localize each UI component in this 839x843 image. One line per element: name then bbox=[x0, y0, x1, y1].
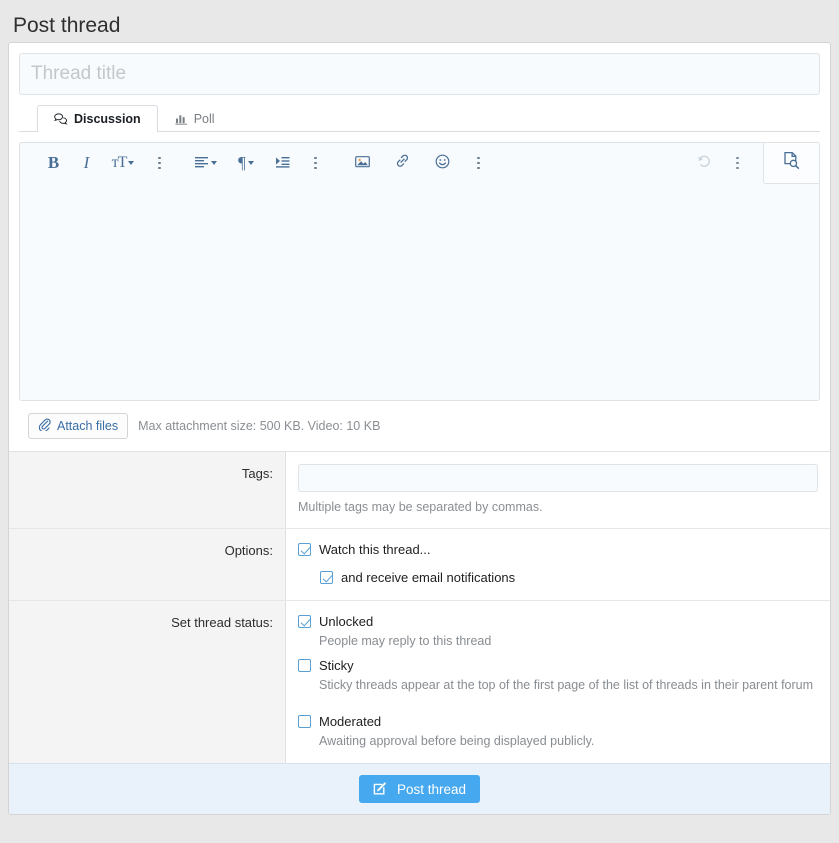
post-thread-button[interactable]: Post thread bbox=[358, 775, 481, 803]
chevron-down-icon bbox=[247, 161, 254, 165]
toolbar-left-group: B I ᴛT ¶ bbox=[20, 150, 490, 176]
thread-status-body: Unlocked People may reply to this thread… bbox=[286, 601, 830, 763]
post-thread-card: Discussion Poll B bbox=[8, 42, 831, 815]
tags-input[interactable] bbox=[298, 464, 818, 492]
undo-button[interactable] bbox=[693, 150, 716, 176]
form-footer: Post thread bbox=[9, 763, 830, 814]
comments-icon bbox=[54, 113, 68, 125]
moderated-checkbox[interactable] bbox=[298, 715, 311, 728]
attachment-size-note: Max attachment size: 500 KB. Video: 10 K… bbox=[138, 419, 381, 433]
email-notifications-option[interactable]: and receive email notifications bbox=[320, 569, 818, 586]
tags-body: Multiple tags may be separated by commas… bbox=[286, 452, 830, 528]
options-label: Options: bbox=[9, 529, 286, 600]
watch-thread-checkbox[interactable] bbox=[298, 543, 311, 556]
image-icon bbox=[354, 155, 370, 172]
poll-chart-icon bbox=[175, 113, 188, 125]
indent-button[interactable] bbox=[271, 150, 294, 176]
sticky-label: Sticky bbox=[319, 658, 354, 673]
tags-hint: Multiple tags may be separated by commas… bbox=[298, 500, 543, 514]
post-thread-page: Post thread Discussion bbox=[0, 0, 839, 843]
chevron-down-icon bbox=[211, 161, 217, 165]
toolbar-right-group bbox=[693, 143, 819, 184]
unlocked-label: Unlocked bbox=[319, 614, 374, 629]
tab-discussion-label: Discussion bbox=[74, 112, 141, 126]
insert-overflow-button[interactable] bbox=[467, 150, 490, 176]
paragraph-button[interactable]: ¶ bbox=[231, 150, 261, 176]
sticky-option[interactable]: Sticky bbox=[298, 657, 818, 674]
editor-toolbar: B I ᴛT ¶ bbox=[20, 143, 819, 184]
rich-text-editor: B I ᴛT ¶ bbox=[19, 142, 820, 401]
sticky-checkbox[interactable] bbox=[298, 659, 311, 672]
attach-files-button[interactable]: Attach files bbox=[28, 413, 129, 439]
tags-row: Tags: Multiple tags may be separated by … bbox=[9, 452, 830, 529]
indent-icon bbox=[275, 155, 290, 172]
email-notifications-label: and receive email notifications bbox=[341, 570, 516, 585]
options-row: Options: Watch this thread... and receiv… bbox=[9, 529, 830, 601]
attach-files-label: Attach files bbox=[57, 419, 119, 433]
thread-title-input[interactable] bbox=[19, 53, 820, 95]
text-overflow-button[interactable] bbox=[148, 150, 171, 176]
insert-smilie-button[interactable] bbox=[427, 150, 457, 176]
link-icon bbox=[395, 154, 410, 172]
align-left-icon bbox=[195, 155, 209, 172]
insert-link-button[interactable] bbox=[387, 150, 417, 176]
sticky-description: Sticky threads appear at the top of the … bbox=[319, 678, 814, 692]
watch-thread-option[interactable]: Watch this thread... bbox=[298, 541, 818, 558]
thread-title-row bbox=[9, 43, 830, 95]
vertical-dots-icon bbox=[314, 156, 317, 170]
vertical-dots-icon bbox=[477, 156, 480, 170]
font-size-button[interactable]: ᴛT bbox=[108, 150, 138, 176]
vertical-dots-icon bbox=[158, 156, 161, 170]
thread-status-row: Set thread status: Unlocked People may r… bbox=[9, 601, 830, 763]
thread-options-form: Tags: Multiple tags may be separated by … bbox=[9, 452, 830, 763]
pencil-square-icon bbox=[373, 780, 389, 799]
paperclip-icon bbox=[38, 418, 51, 434]
moderated-label: Moderated bbox=[319, 714, 382, 729]
page-title: Post thread bbox=[13, 14, 121, 37]
editor-content-area[interactable] bbox=[20, 184, 819, 400]
pilcrow-icon: ¶ bbox=[238, 153, 246, 172]
tab-poll-label: Poll bbox=[193, 111, 215, 126]
block-overflow-button[interactable] bbox=[304, 150, 327, 176]
attachments-row: Attach files Max attachment size: 500 KB… bbox=[9, 401, 830, 452]
tags-label: Tags: bbox=[9, 452, 286, 528]
editor-tabs: Discussion Poll bbox=[19, 105, 820, 132]
align-button[interactable] bbox=[191, 150, 221, 176]
status-sticky: Sticky Sticky threads appear at the top … bbox=[298, 657, 818, 693]
undo-icon bbox=[697, 154, 712, 172]
status-unlocked: Unlocked People may reply to this thread bbox=[298, 613, 818, 649]
preview-button[interactable] bbox=[763, 143, 819, 184]
italic-button[interactable]: I bbox=[75, 150, 98, 176]
tab-discussion[interactable]: Discussion bbox=[37, 105, 158, 132]
status-moderated: Moderated Awaiting approval before being… bbox=[298, 713, 818, 749]
document-preview-icon bbox=[782, 151, 801, 175]
editor-wrap: B I ᴛT ¶ bbox=[9, 132, 830, 401]
post-thread-button-label: Post thread bbox=[396, 781, 467, 797]
watch-thread-label: Watch this thread... bbox=[319, 542, 431, 557]
insert-image-button[interactable] bbox=[347, 150, 377, 176]
vertical-dots-icon bbox=[736, 156, 739, 170]
email-notifications-checkbox[interactable] bbox=[320, 571, 333, 584]
smiley-icon bbox=[435, 154, 450, 173]
options-body: Watch this thread... and receive email n… bbox=[286, 529, 830, 600]
thread-status-label: Set thread status: bbox=[9, 601, 286, 763]
moderated-option[interactable]: Moderated bbox=[298, 713, 818, 730]
font-size-icon: ᴛT bbox=[111, 154, 128, 171]
tab-poll[interactable]: Poll bbox=[158, 105, 232, 131]
unlocked-description: People may reply to this thread bbox=[319, 634, 492, 648]
bold-button[interactable]: B bbox=[42, 150, 65, 176]
unlocked-checkbox[interactable] bbox=[298, 615, 311, 628]
right-overflow-button[interactable] bbox=[726, 150, 749, 176]
chevron-down-icon bbox=[128, 161, 135, 165]
unlocked-option[interactable]: Unlocked bbox=[298, 613, 818, 630]
moderated-description: Awaiting approval before being displayed… bbox=[319, 734, 595, 748]
